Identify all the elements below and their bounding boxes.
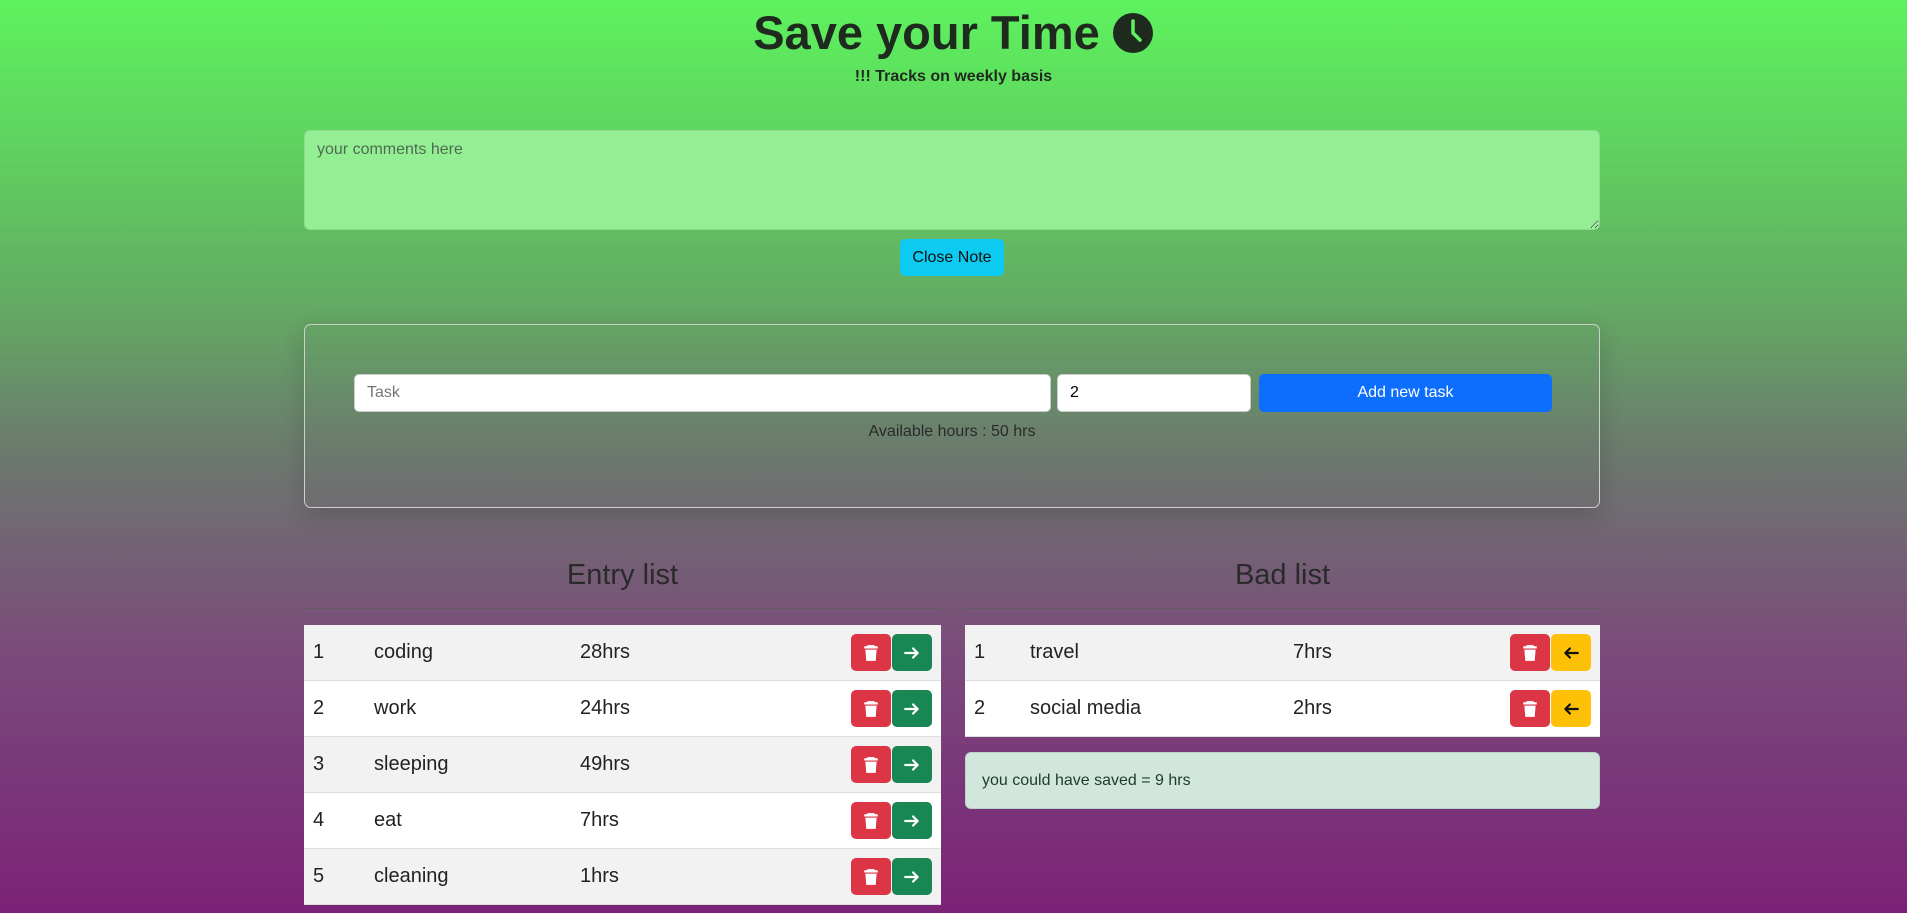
trash-icon (864, 700, 878, 717)
move-to-bad-list-button[interactable] (892, 690, 932, 727)
row-index: 1 (974, 641, 986, 663)
bad-list-title: Bad list (965, 550, 1600, 609)
row-hours: 7hrs (580, 809, 619, 831)
row-hours: 24hrs (580, 697, 631, 719)
arrow-left-icon (1564, 646, 1579, 659)
task-input[interactable] (354, 374, 1051, 412)
row-task: travel (1030, 641, 1079, 663)
delete-button[interactable] (851, 802, 891, 839)
trash-icon (864, 644, 878, 661)
table-row: 2 work 24hrs (304, 681, 941, 737)
saved-hours-alert: you could have saved = 9 hrs (965, 752, 1600, 809)
trash-icon (864, 868, 878, 885)
row-index: 2 (313, 697, 325, 719)
row-hours: 1hrs (580, 865, 619, 887)
row-actions (1510, 690, 1591, 727)
delete-button[interactable] (1510, 690, 1550, 727)
table-row: 1 coding 28hrs (304, 625, 941, 681)
add-task-button[interactable]: Add new task (1259, 374, 1552, 412)
row-task: social media (1030, 697, 1142, 719)
row-actions (1510, 634, 1591, 671)
row-actions (851, 802, 932, 839)
move-to-entry-list-button[interactable] (1551, 634, 1591, 671)
hours-input[interactable] (1057, 374, 1251, 412)
arrow-right-icon (904, 758, 919, 771)
table-row: 4 eat 7hrs (304, 793, 941, 849)
page-title: Save your Time (753, 6, 1100, 59)
delete-button[interactable] (851, 858, 891, 895)
move-to-bad-list-button[interactable] (892, 802, 932, 839)
bad-list-rows: 1 travel 7hrs 2 social media 2hrs (965, 625, 1600, 737)
row-index: 4 (313, 809, 325, 831)
row-hours: 28hrs (580, 641, 631, 663)
page-header: Save your Time !!! Tracks on weekly basi… (0, 8, 1907, 86)
page-subtitle: !!! Tracks on weekly basis (854, 68, 1053, 85)
arrow-right-icon (904, 702, 919, 715)
row-index: 1 (313, 641, 325, 663)
trash-icon (1523, 700, 1537, 717)
delete-button[interactable] (1510, 634, 1550, 671)
move-to-bad-list-button[interactable] (892, 634, 932, 671)
entry-list-rows: 1 coding 28hrs 2 work 24hrs 3 sleeping 4… (304, 625, 941, 905)
row-task: work (374, 697, 417, 719)
entry-list-title: Entry list (304, 550, 941, 609)
row-index: 3 (313, 753, 325, 775)
row-actions (851, 746, 932, 783)
table-row: 1 travel 7hrs (965, 625, 1600, 681)
arrow-left-icon (1564, 702, 1579, 715)
row-actions (851, 858, 932, 895)
row-hours: 2hrs (1293, 697, 1332, 719)
bad-list: Bad list 1 travel 7hrs 2 social media 2h… (965, 550, 1600, 737)
row-actions (851, 634, 932, 671)
arrow-right-icon (904, 814, 919, 827)
move-to-entry-list-button[interactable] (1551, 690, 1591, 727)
comments-textarea[interactable] (304, 130, 1600, 230)
task-form-card: Add new task Available hours : 50 hrs (304, 324, 1600, 508)
row-task: cleaning (374, 865, 449, 887)
delete-button[interactable] (851, 690, 891, 727)
row-index: 2 (974, 697, 986, 719)
trash-icon (864, 812, 878, 829)
move-to-bad-list-button[interactable] (892, 746, 932, 783)
row-task: coding (374, 641, 433, 663)
table-row: 3 sleeping 49hrs (304, 737, 941, 793)
available-hours-text: Available hours : 50 hrs (868, 423, 1036, 440)
delete-button[interactable] (851, 746, 891, 783)
table-row: 2 social media 2hrs (965, 681, 1600, 737)
delete-button[interactable] (851, 634, 891, 671)
table-row: 5 cleaning 1hrs (304, 849, 941, 905)
row-task: eat (374, 809, 402, 831)
row-hours: 49hrs (580, 753, 631, 775)
move-to-bad-list-button[interactable] (892, 858, 932, 895)
row-hours: 7hrs (1293, 641, 1332, 663)
clock-icon (1112, 13, 1153, 53)
arrow-right-icon (904, 870, 919, 883)
trash-icon (1523, 644, 1537, 661)
arrow-right-icon (904, 646, 919, 659)
row-index: 5 (313, 865, 325, 887)
trash-icon (864, 756, 878, 773)
close-note-button[interactable]: Close Note (900, 239, 1004, 276)
entry-list: Entry list 1 coding 28hrs 2 work 24hrs 3… (304, 550, 941, 905)
page-title-wrap: Save your Time (753, 8, 1154, 58)
row-task: sleeping (374, 753, 449, 775)
row-actions (851, 690, 932, 727)
